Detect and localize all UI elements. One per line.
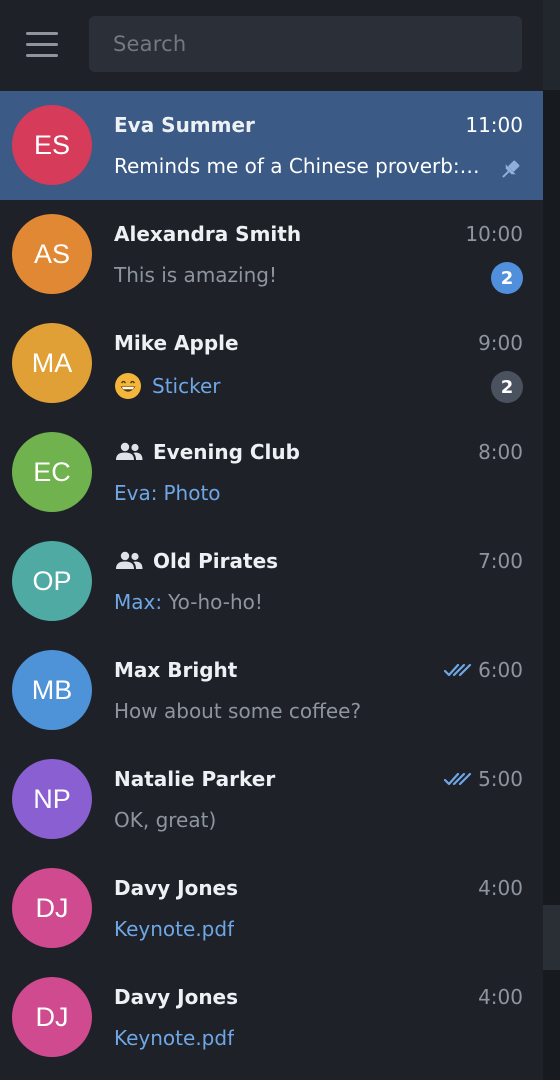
chat-name: Davy Jones bbox=[114, 876, 238, 900]
chat-last-message: Eva: Photo bbox=[114, 481, 484, 505]
double-check-icon bbox=[444, 663, 472, 677]
message-text: OK, great) bbox=[114, 808, 217, 832]
avatar: DJ bbox=[12, 868, 92, 948]
chat-list-item[interactable]: EC Evening Club 8:00 Eva: Photo bbox=[0, 418, 543, 527]
chat-list-item[interactable]: OP Old Pirates 7:00 Max: Yo-ho-ho! bbox=[0, 527, 543, 636]
message-sender: Eva: bbox=[114, 481, 158, 505]
chat-time: 11:00 bbox=[465, 113, 523, 137]
avatar: EC bbox=[12, 432, 92, 512]
avatar: NP bbox=[12, 759, 92, 839]
chat-time: 10:00 bbox=[465, 222, 523, 246]
message-text: This is amazing! bbox=[114, 263, 277, 287]
chat-name: Alexandra Smith bbox=[114, 222, 301, 246]
chat-name-text: Alexandra Smith bbox=[114, 222, 302, 246]
chat-list-header: Search bbox=[0, 0, 543, 90]
chat-name-text: Eva Summer bbox=[114, 113, 255, 137]
chat-time-text: 8:00 bbox=[478, 440, 523, 464]
chat-time-text: 11:00 bbox=[465, 113, 523, 137]
group-icon bbox=[116, 551, 143, 569]
message-text: Keynote.pdf bbox=[114, 917, 235, 941]
chat-time-text: 9:00 bbox=[478, 331, 523, 355]
group-icon bbox=[116, 442, 143, 460]
chat-list-item[interactable]: AS Alexandra Smith 10:00 This is amazing! 2 bbox=[0, 200, 543, 309]
chat-list-panel: Search ES Eva Summer 11:00 Reminds me of a … bbox=[0, 0, 560, 1080]
chat-time-text: 4:00 bbox=[478, 985, 523, 1009]
avatar: AS bbox=[12, 214, 92, 294]
avatar: ES bbox=[12, 105, 92, 185]
chat-name-text: Davy Jones bbox=[114, 985, 239, 1009]
chat-last-message: OK, great) bbox=[114, 808, 484, 832]
double-check-icon bbox=[444, 772, 472, 786]
chat-time-text: 6:00 bbox=[478, 658, 523, 682]
chat-last-message: Keynote.pdf bbox=[114, 1026, 484, 1050]
avatar: MA bbox=[12, 323, 92, 403]
menu-icon-bar bbox=[26, 32, 58, 35]
chat-name: Natalie Parker bbox=[114, 767, 275, 791]
scrollbar-track[interactable] bbox=[543, 0, 560, 1080]
menu-icon-bar bbox=[26, 54, 58, 57]
scrollbar-gutter-top bbox=[543, 0, 560, 90]
chat-time: 4:00 bbox=[478, 876, 523, 900]
search-input[interactable]: Search bbox=[89, 16, 522, 72]
chat-time-text: 4:00 bbox=[478, 876, 523, 900]
chat-list-item[interactable]: DJ Davy Jones 4:00 Keynote.pdf bbox=[0, 854, 543, 963]
chat-name: Evening Club bbox=[114, 440, 300, 464]
chat-name: Mike Apple bbox=[114, 331, 239, 355]
search-placeholder: Search bbox=[113, 32, 187, 56]
chat-name: Davy Jones bbox=[114, 985, 238, 1009]
chat-list-item[interactable]: DJ Davy Jones 4:00 Keynote.pdf bbox=[0, 963, 543, 1072]
chat-time-text: 10:00 bbox=[465, 222, 523, 246]
chat-last-message: This is amazing! bbox=[114, 263, 484, 287]
hamburger-menu-icon[interactable] bbox=[16, 26, 68, 64]
chat-time: 6:00 bbox=[444, 658, 523, 682]
chat-name-text: Mike Apple bbox=[114, 331, 239, 355]
chat-last-message: Max: Yo-ho-ho! bbox=[114, 590, 484, 614]
grinning-face-emoji-icon bbox=[115, 373, 141, 399]
message-text: How about some coffee? bbox=[114, 699, 362, 723]
message-text: Photo bbox=[163, 481, 221, 505]
chat-time: 9:00 bbox=[478, 331, 523, 355]
chat-last-message: Sticker bbox=[114, 372, 484, 400]
chat-time: 8:00 bbox=[478, 440, 523, 464]
chat-name: Eva Summer bbox=[114, 113, 255, 137]
avatar: OP bbox=[12, 541, 92, 621]
chat-last-message: How about some coffee? bbox=[114, 699, 484, 723]
message-text: Keynote.pdf bbox=[114, 1026, 235, 1050]
chat-name-text: Natalie Parker bbox=[114, 767, 276, 791]
chat-list-item[interactable]: MA Mike Apple 9:00 Sticker 2 bbox=[0, 309, 543, 418]
chat-name-text: Max Bright bbox=[114, 658, 238, 682]
message-text: Reminds me of a Chinese proverb: the bes… bbox=[114, 154, 484, 178]
message-text: Yo-ho-ho! bbox=[168, 590, 263, 614]
unread-badge: 2 bbox=[491, 371, 523, 403]
chat-name-text: Davy Jones bbox=[114, 876, 239, 900]
chat-name: Old Pirates bbox=[114, 549, 278, 573]
menu-icon-bar bbox=[26, 43, 58, 46]
message-text: Sticker bbox=[152, 374, 221, 398]
chat-name: Max Bright bbox=[114, 658, 237, 682]
chat-list-item[interactable]: ES Eva Summer 11:00 Reminds me of a Chinese… bbox=[0, 91, 543, 200]
scrollbar-thumb[interactable] bbox=[543, 905, 560, 970]
chat-list-item[interactable]: NP Natalie Parker 5:00 OK, great) bbox=[0, 745, 543, 854]
pin-icon[interactable] bbox=[497, 157, 523, 183]
chat-time: 7:00 bbox=[478, 549, 523, 573]
chat-name-text: Evening Club bbox=[153, 440, 300, 464]
chat-list: ES Eva Summer 11:00 Reminds me of a Chinese… bbox=[0, 91, 543, 1072]
chat-list-item[interactable]: MB Max Bright 6:00 How about some coffee? bbox=[0, 636, 543, 745]
chat-time: 4:00 bbox=[478, 985, 523, 1009]
chat-time-text: 5:00 bbox=[478, 767, 523, 791]
chat-time: 5:00 bbox=[444, 767, 523, 791]
unread-badge: 2 bbox=[491, 262, 523, 294]
chat-time-text: 7:00 bbox=[478, 549, 523, 573]
chat-last-message: Keynote.pdf bbox=[114, 917, 484, 941]
avatar: MB bbox=[12, 650, 92, 730]
chat-name-text: Old Pirates bbox=[153, 549, 279, 573]
chat-last-message: Reminds me of a Chinese proverb: the bes… bbox=[114, 154, 484, 178]
message-sender: Max: bbox=[114, 590, 163, 614]
avatar: DJ bbox=[12, 977, 92, 1057]
